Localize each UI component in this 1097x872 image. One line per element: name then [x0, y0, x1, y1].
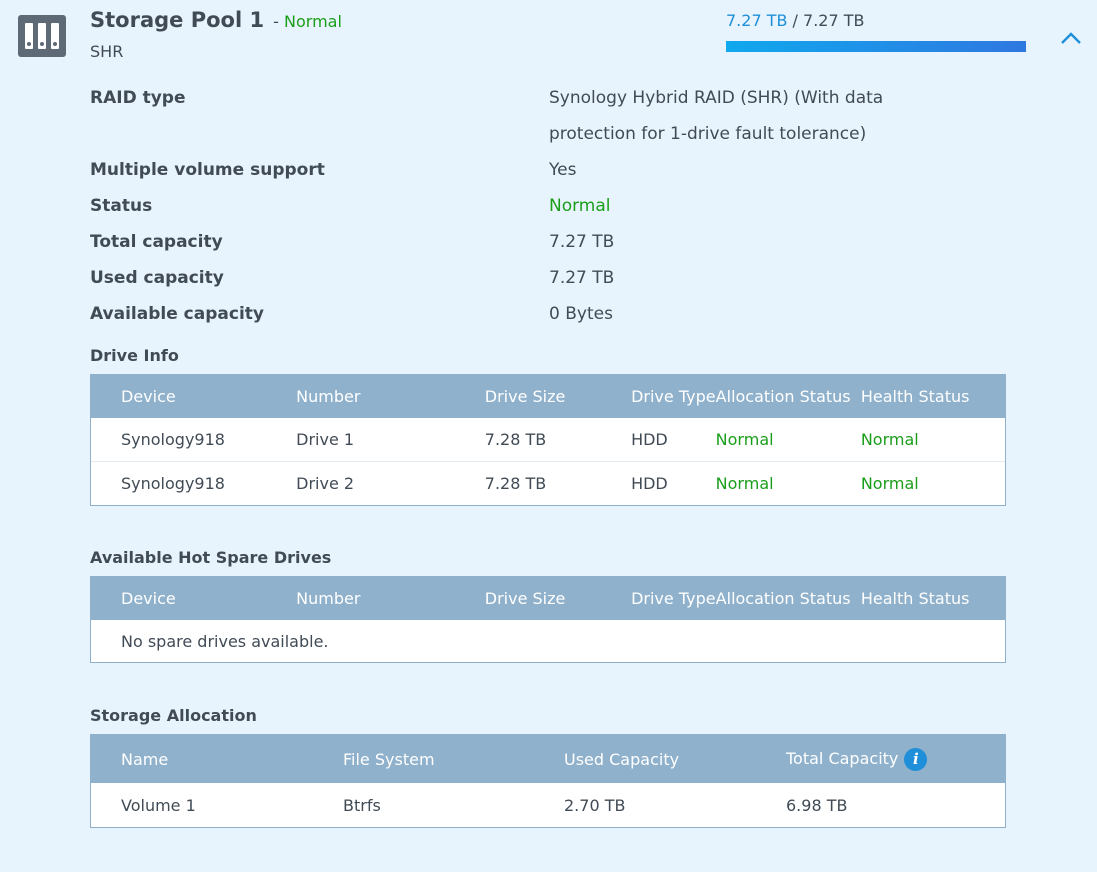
cell-allocation-status: Normal	[715, 430, 774, 449]
property-value-line: protection for 1-drive fault tolerance)	[549, 124, 867, 144]
cell-drive-type: HDD	[631, 430, 668, 449]
column-header[interactable]: Drive Type	[631, 589, 716, 608]
usage-progress-bar	[726, 41, 1026, 52]
cell-health-status: Normal	[860, 474, 919, 493]
column-header[interactable]: Total Capacity i	[786, 747, 1005, 771]
cell-drive-size: 7.28 TB	[484, 430, 547, 449]
property-value: 7.27 TB	[549, 232, 615, 252]
property-row-available-capacity: Available capacity 0 Bytes	[90, 296, 990, 332]
info-icon[interactable]: i	[904, 747, 928, 771]
hot-spare-table: Device Number Drive Size Drive Type Allo…	[90, 576, 1006, 663]
property-label: Available capacity	[90, 304, 264, 324]
property-label: RAID type	[90, 88, 186, 108]
collapse-button[interactable]	[1055, 25, 1087, 51]
cell-device: Synology918	[121, 474, 225, 493]
column-header[interactable]: Number	[266, 589, 455, 608]
column-header[interactable]: Drive Size	[455, 589, 601, 608]
property-value: Synology Hybrid RAID (SHR) (With data pr…	[549, 80, 949, 152]
property-row-total-capacity: Total capacity 7.27 TB	[90, 224, 990, 260]
table-row[interactable]: Synology918 Drive 1 7.28 TB HDD Normal N…	[91, 418, 1005, 462]
drive-info-table: Device Number Drive Size Drive Type Allo…	[90, 374, 1006, 506]
column-header[interactable]: Device	[91, 387, 266, 406]
table-row[interactable]: Volume 1 Btrfs 2.70 TB 6.98 TB	[91, 783, 1005, 827]
property-label: Total capacity	[90, 232, 223, 252]
cell-number: Drive 1	[296, 430, 355, 449]
cell-device: Synology918	[121, 430, 225, 449]
chevron-up-icon	[1061, 32, 1081, 44]
drive-bay-icon	[25, 23, 33, 49]
title-separator: -	[268, 12, 285, 31]
property-value: 7.27 TB	[549, 268, 615, 288]
pool-properties: RAID type Synology Hybrid RAID (SHR) (Wi…	[90, 80, 990, 332]
property-row-used-capacity: Used capacity 7.27 TB	[90, 260, 990, 296]
column-header-label: Total Capacity	[786, 748, 899, 768]
drive-bay-icon	[38, 23, 46, 49]
cell-total-capacity: 6.98 TB	[786, 795, 848, 815]
drive-bay-icon	[51, 23, 59, 49]
column-header[interactable]: Drive Type	[631, 387, 716, 406]
table-row[interactable]: Synology918 Drive 2 7.28 TB HDD Normal N…	[91, 462, 1005, 505]
column-header[interactable]: Number	[266, 387, 455, 406]
drive-info-title: Drive Info	[90, 346, 179, 365]
cell-drive-size: 7.28 TB	[484, 474, 547, 493]
column-header[interactable]: File System	[343, 750, 564, 769]
usage-summary: 7.27 TB / 7.27 TB	[726, 11, 865, 30]
column-header[interactable]: Name	[91, 750, 343, 769]
pool-title: Storage Pool 1 - Normal	[90, 8, 342, 32]
cell-name: Volume 1	[121, 795, 196, 815]
property-label: Used capacity	[90, 268, 224, 288]
column-header[interactable]: Health Status	[861, 589, 1005, 608]
usage-progress-fill	[726, 41, 1026, 52]
usage-separator: /	[787, 11, 804, 30]
property-label: Status	[90, 196, 153, 216]
property-value: 0 Bytes	[549, 304, 613, 324]
cell-used-capacity: 2.70 TB	[564, 795, 626, 815]
table-header: Name File System Used Capacity Total Cap…	[91, 735, 1005, 783]
cell-drive-type: HDD	[631, 474, 668, 493]
property-row-status: Status Normal	[90, 188, 990, 224]
property-value: Yes	[549, 160, 577, 180]
property-row-raid-type: RAID type Synology Hybrid RAID (SHR) (Wi…	[90, 80, 990, 152]
column-header[interactable]: Device	[91, 589, 266, 608]
cell-file-system: Btrfs	[343, 795, 381, 815]
table-header: Device Number Drive Size Drive Type Allo…	[91, 577, 1005, 620]
table-header: Device Number Drive Size Drive Type Allo…	[91, 375, 1005, 418]
column-header[interactable]: Used Capacity	[564, 750, 786, 769]
column-header[interactable]: Health Status	[861, 387, 1005, 406]
cell-allocation-status: Normal	[715, 474, 774, 493]
empty-message: No spare drives available.	[121, 631, 329, 651]
storage-allocation-table: Name File System Used Capacity Total Cap…	[90, 734, 1006, 828]
pool-raid-short: SHR	[90, 42, 124, 61]
storage-pool-icon	[18, 15, 66, 57]
pool-name: Storage Pool 1	[90, 8, 265, 32]
property-value: Normal	[549, 196, 611, 216]
storage-allocation-title: Storage Allocation	[90, 706, 257, 725]
usage-total: 7.27 TB	[803, 11, 865, 30]
hot-spare-title: Available Hot Spare Drives	[90, 548, 332, 567]
property-row-multiple-volume: Multiple volume support Yes	[90, 152, 990, 188]
cell-health-status: Normal	[860, 430, 919, 449]
column-header[interactable]: Allocation Status	[716, 387, 861, 406]
property-label: Multiple volume support	[90, 160, 325, 180]
cell-number: Drive 2	[296, 474, 355, 493]
property-value-line: Synology Hybrid RAID (SHR) (With data	[549, 88, 884, 108]
column-header[interactable]: Drive Size	[455, 387, 601, 406]
pool-status-badge: Normal	[284, 12, 342, 31]
usage-used: 7.27 TB	[726, 11, 788, 30]
column-header[interactable]: Allocation Status	[716, 589, 861, 608]
